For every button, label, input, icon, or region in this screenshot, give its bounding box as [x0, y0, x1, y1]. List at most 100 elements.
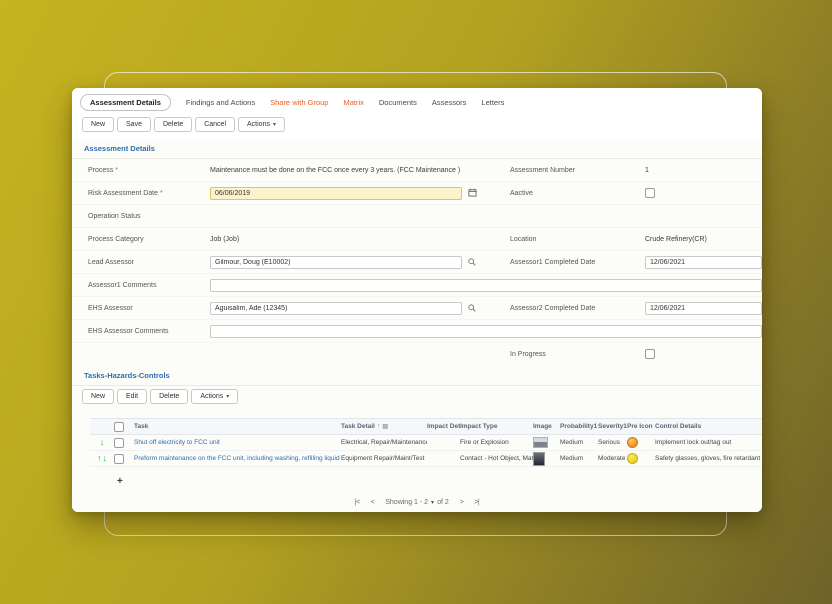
- lead-assessor-label: Lead Assessor: [88, 259, 210, 266]
- column-header-impact-type[interactable]: Impact Type: [460, 423, 533, 430]
- form-row-risk-date: Risk Assessment Date* Aactive: [72, 182, 762, 205]
- page-range-dropdown[interactable]: Showing 1 - 2 ▾ of 2: [385, 499, 449, 506]
- ehs-assessor-comments-label: EHS Assessor Comments: [88, 328, 210, 335]
- search-icon[interactable]: [468, 299, 476, 317]
- required-marker: *: [160, 190, 163, 197]
- tasks-toolbar: New Edit Delete Actions ▾: [72, 386, 762, 410]
- risk-level-icon: [627, 437, 638, 448]
- ehs-assessor-label: EHS Assessor: [88, 305, 210, 312]
- task-link[interactable]: Preform maintenance on the FCC unit, inc…: [134, 455, 341, 462]
- tab-assessors[interactable]: Assessors: [432, 98, 467, 107]
- next-page-button[interactable]: >: [460, 499, 464, 506]
- caret-down-icon: ▾: [273, 122, 276, 128]
- process-label: Process*: [88, 167, 210, 174]
- process-value: Maintenance must be done on the FCC once…: [210, 167, 460, 174]
- sort-ascending-icon: ↑: [377, 423, 381, 430]
- tasks-actions-button-label: Actions: [200, 393, 223, 400]
- column-header-image[interactable]: Image: [533, 423, 560, 430]
- cancel-button[interactable]: Cancel: [195, 117, 235, 132]
- assessment-number-value: 1: [645, 167, 649, 174]
- last-page-button[interactable]: >|: [474, 499, 479, 506]
- tab-assessment-details[interactable]: Assessment Details: [80, 94, 171, 111]
- page-range-label: Showing 1 - 2: [385, 499, 428, 506]
- previous-page-button[interactable]: <: [371, 499, 375, 506]
- tab-matrix[interactable]: Matrix: [343, 98, 363, 107]
- task-image-thumbnail[interactable]: [533, 437, 548, 448]
- tab-letters[interactable]: Letters: [481, 98, 504, 107]
- column-header-task-detail[interactable]: Task Detail ↑ ▤: [341, 423, 427, 430]
- tab-share-with-group[interactable]: Share with Group: [270, 98, 328, 107]
- aactive-checkbox[interactable]: [645, 188, 655, 198]
- column-header-pre-icon[interactable]: Pre Icon: [627, 423, 655, 430]
- form-row-process: Process* Maintenance must be done on the…: [72, 159, 762, 182]
- first-page-button[interactable]: |<: [355, 499, 360, 506]
- actions-button-label: Actions: [247, 121, 270, 128]
- lead-assessor-field[interactable]: [210, 256, 462, 269]
- column-header-impact-detail[interactable]: Impact Detail: [427, 423, 460, 430]
- column-header-probability1[interactable]: Probability1: [560, 423, 598, 430]
- tasks-new-button[interactable]: New: [82, 389, 114, 404]
- assessment-details-panel: Assessment Details Process* Maintenance …: [72, 138, 762, 365]
- caret-down-icon: ▾: [431, 500, 434, 506]
- column-header-control-details[interactable]: Control Details: [655, 423, 762, 430]
- tasks-table-header: Task Task Detail ↑ ▤ Impact Detail Impac…: [90, 418, 762, 435]
- assessor1-comments-field[interactable]: [210, 279, 762, 292]
- move-down-icon[interactable]: ↓: [103, 454, 108, 463]
- column-grid-icon[interactable]: ▤: [382, 423, 388, 430]
- process-label-text: Process: [88, 167, 113, 174]
- tasks-actions-dropdown-button[interactable]: Actions ▾: [191, 389, 238, 404]
- form-row-in-progress: In Progress: [72, 343, 762, 365]
- form-row-ehs-comments: EHS Assessor Comments: [72, 320, 762, 343]
- in-progress-label: In Progress: [510, 351, 645, 358]
- tasks-hazards-controls-panel: Tasks-Hazards-Controls New Edit Delete A…: [72, 365, 762, 512]
- assessor1-completed-date-field[interactable]: [645, 256, 762, 269]
- location-value: Crude Refinery(CR): [645, 236, 707, 243]
- required-marker: *: [115, 167, 118, 174]
- row-checkbox[interactable]: [114, 438, 124, 448]
- form-row-operation-status: Operation Status: [72, 205, 762, 228]
- tab-documents[interactable]: Documents: [379, 98, 417, 107]
- tasks-delete-button[interactable]: Delete: [150, 389, 188, 404]
- risk-assessment-date-field[interactable]: [210, 187, 462, 200]
- page-total-label: of 2: [437, 499, 449, 506]
- aactive-label: Aactive: [510, 190, 645, 197]
- operation-status-label: Operation Status: [88, 213, 210, 220]
- move-down-icon[interactable]: ↓: [100, 438, 105, 447]
- table-row: ↓ Shut off electricity to FCC unit Elect…: [90, 435, 762, 451]
- assessment-window: Assessment Details Findings and Actions …: [72, 88, 762, 512]
- new-button[interactable]: New: [82, 117, 114, 132]
- add-row-button[interactable]: +: [117, 476, 123, 487]
- task-detail-cell: Equipment Repair/Maint/Test: [341, 455, 424, 462]
- delete-button[interactable]: Delete: [154, 117, 192, 132]
- calendar-icon[interactable]: [468, 184, 477, 202]
- select-all-checkbox[interactable]: [114, 422, 124, 432]
- assessment-number-label: Assessment Number: [510, 167, 645, 174]
- actions-dropdown-button[interactable]: Actions ▾: [238, 117, 285, 132]
- impact-type-cell: Contact - Hot Object, Material: [460, 455, 533, 462]
- in-progress-checkbox[interactable]: [645, 349, 655, 359]
- task-image-thumbnail[interactable]: [533, 452, 545, 466]
- column-header-task[interactable]: Task: [134, 423, 341, 430]
- assessor2-completed-date-label: Assessor2 Completed Date: [510, 305, 645, 312]
- task-link[interactable]: Shut off electricity to FCC unit: [134, 439, 220, 446]
- tasks-edit-button[interactable]: Edit: [117, 389, 147, 404]
- add-row-container: +: [90, 467, 762, 491]
- pagination-bar: |< < Showing 1 - 2 ▾ of 2 > >|: [72, 491, 762, 512]
- search-icon[interactable]: [468, 253, 476, 271]
- tasks-hazards-controls-heading: Tasks-Hazards-Controls: [72, 365, 762, 386]
- row-checkbox[interactable]: [114, 454, 124, 464]
- column-header-severity1[interactable]: Severity1: [598, 423, 627, 430]
- ehs-assessor-field[interactable]: [210, 302, 462, 315]
- risk-date-label-text: Risk Assessment Date: [88, 190, 158, 197]
- form-row-process-category: Process Category Job (Job) Location Crud…: [72, 228, 762, 251]
- caret-down-icon: ▾: [226, 394, 229, 400]
- form-row-lead-assessor: Lead Assessor Assessor1 Completed Date: [72, 251, 762, 274]
- save-button[interactable]: Save: [117, 117, 151, 132]
- assessor2-completed-date-field[interactable]: [645, 302, 762, 315]
- move-up-icon[interactable]: ↑: [97, 454, 102, 463]
- impact-type-cell: Fire or Explosion: [460, 439, 533, 446]
- ehs-assessor-comments-field[interactable]: [210, 325, 762, 338]
- tab-findings-and-actions[interactable]: Findings and Actions: [186, 98, 255, 107]
- probability-cell: Medium: [560, 455, 598, 462]
- task-detail-cell: Electrical, Repair/Maintenance: [341, 439, 427, 446]
